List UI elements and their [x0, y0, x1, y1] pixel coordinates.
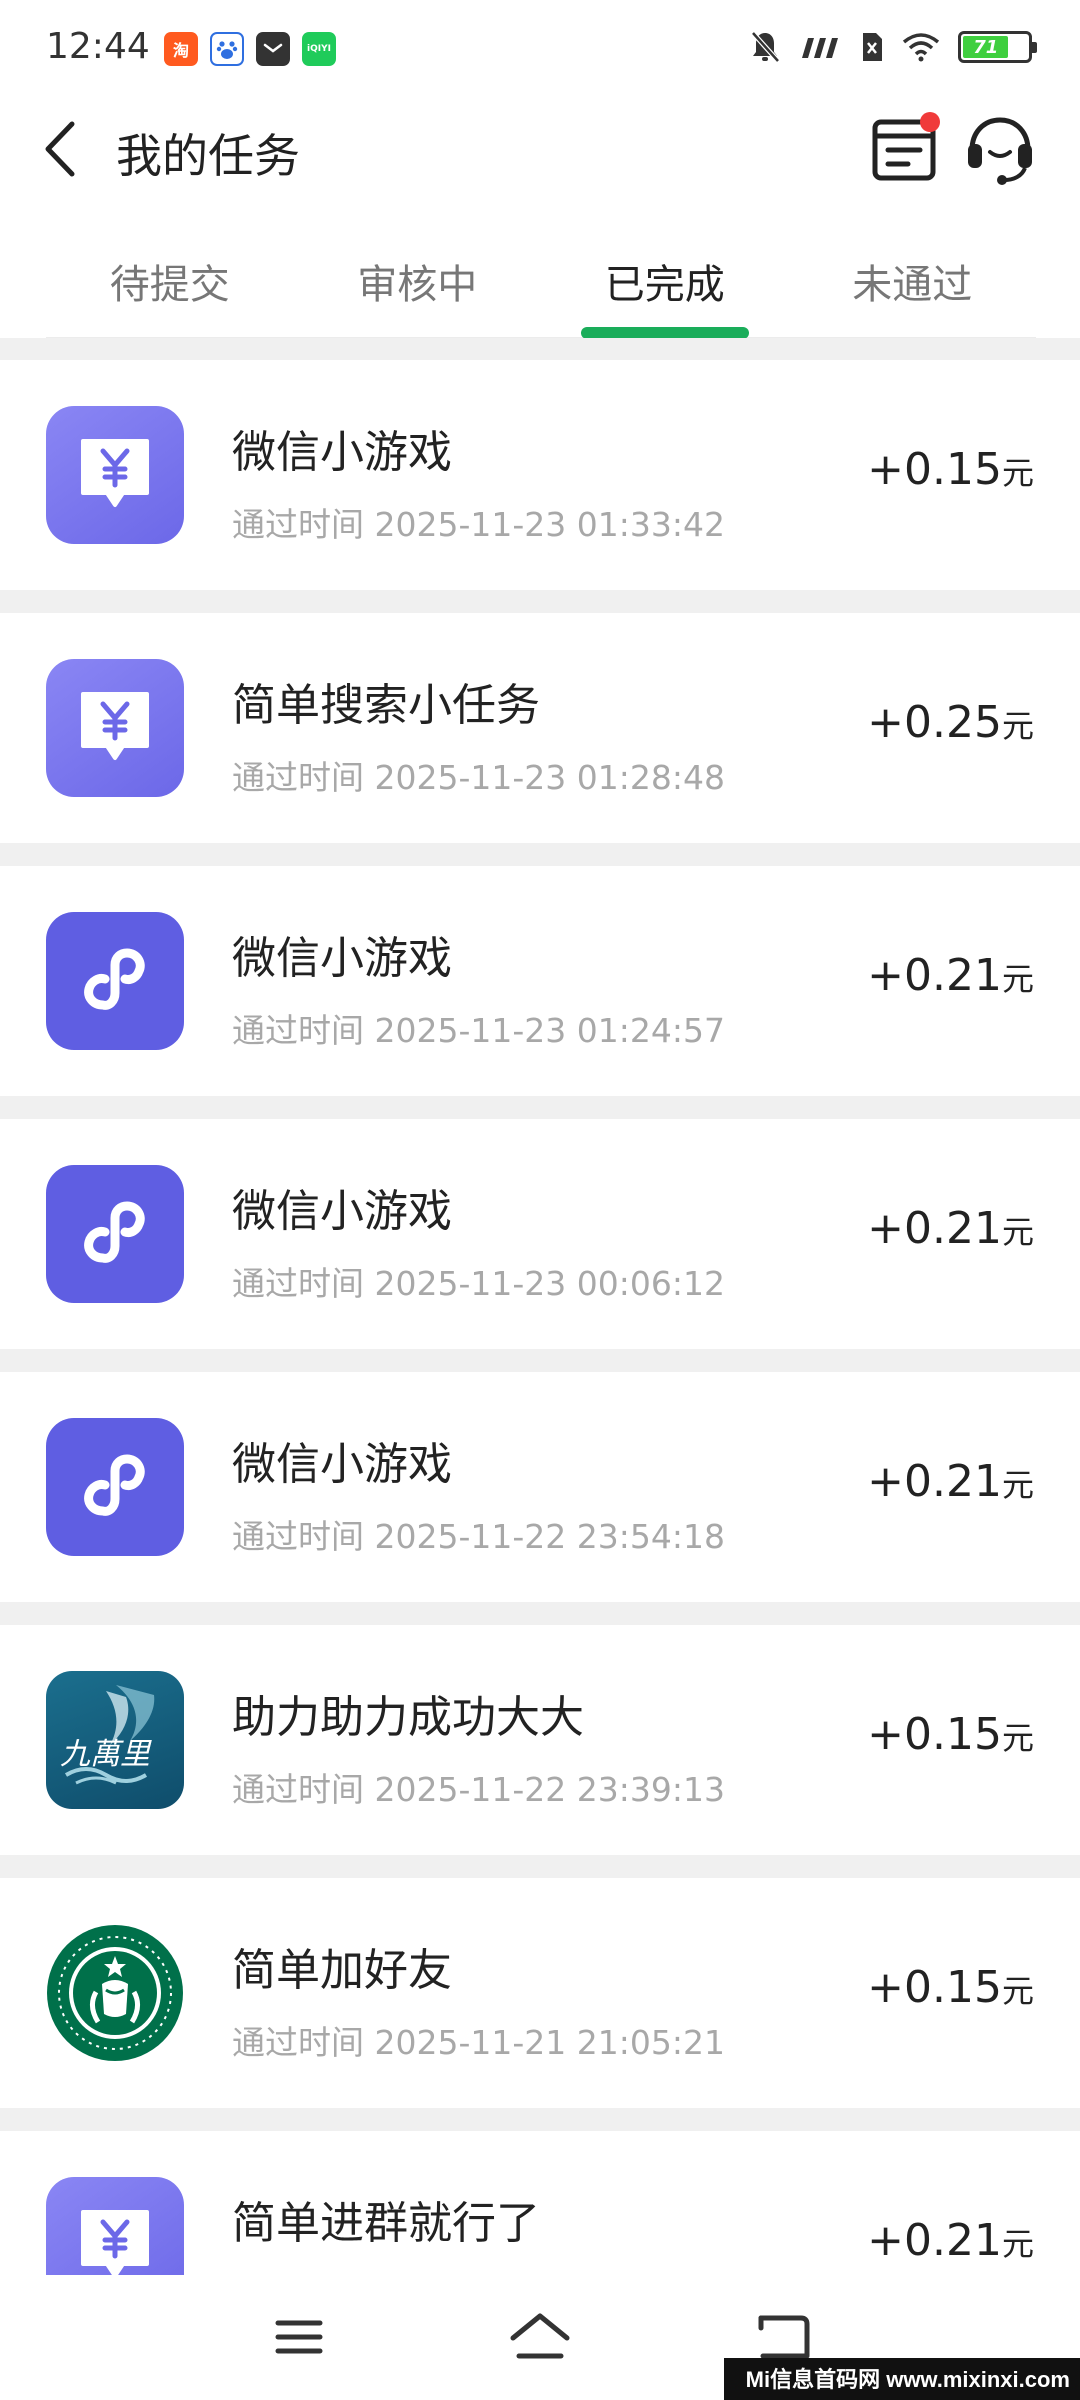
customer-service-button[interactable] [962, 110, 1038, 186]
page-title: 我的任务 [116, 129, 300, 183]
mute-icon [751, 31, 780, 63]
wifi-icon [902, 33, 940, 62]
amount-unit: 元 [1001, 1213, 1034, 1251]
task-title: 微信小游戏 [232, 1439, 452, 1490]
task-title: 微信小游戏 [232, 933, 452, 984]
mini-program-icon [46, 1418, 184, 1556]
baidu-icon [210, 32, 244, 66]
tab-under-review[interactable]: 审核中 [294, 230, 542, 337]
task-amount: +0.15元 [867, 1709, 1034, 1760]
task-time: 通过时间 2025-11-22 23:54:18 [232, 1517, 725, 1556]
status-right: 71 [750, 30, 1037, 64]
signal-icon [802, 38, 838, 58]
list-item[interactable]: 微信小游戏 通过时间 2025-11-23 00:06:12 +0.21元 [0, 1119, 1080, 1349]
notification-badge [920, 112, 940, 132]
jiuwanli-logo-icon: 九萬里 [46, 1671, 184, 1809]
list-item[interactable]: 微信小游戏 通过时间 2025-11-22 23:54:18 +0.21元 [0, 1372, 1080, 1602]
money-bubble-icon [46, 406, 184, 544]
task-amount: +0.21元 [867, 2215, 1034, 2266]
app-header: 我的任务 [0, 100, 1080, 200]
amount-unit: 元 [1001, 1972, 1034, 2010]
task-list[interactable]: 微信小游戏 通过时间 2025-11-23 01:33:42 +0.15元 简单… [0, 338, 1080, 2275]
amount-value: +0.21 [867, 950, 1002, 1001]
status-app-icons: 淘 iQIYI [164, 32, 336, 66]
battery-icon: 71 [958, 31, 1037, 63]
list-item[interactable]: 简单搜索小任务 通过时间 2025-11-23 01:28:48 +0.25元 [0, 613, 1080, 843]
iqiyi-icon: iQIYI [302, 32, 336, 66]
menu-icon [275, 2320, 323, 2354]
amount-value: +0.21 [867, 1203, 1002, 1254]
task-time: 通过时间 2025-11-22 23:39:13 [232, 1770, 725, 1809]
tab-completed[interactable]: 已完成 [541, 230, 789, 337]
task-title: 简单加好友 [232, 1945, 452, 1996]
status-bar: 12:44 淘 iQIYI 71 [0, 0, 1080, 100]
headset-icon [968, 117, 1032, 185]
home-icon [510, 2313, 570, 2359]
taobao-icon: 淘 [164, 32, 198, 66]
amount-value: +0.21 [867, 2215, 1002, 2266]
task-time: 通过时间 2025-11-21 21:05:21 [232, 2023, 725, 2062]
task-title: 简单进群就行了 [232, 2198, 540, 2249]
task-status-tabs: 待提交 审核中 已完成 未通过 [46, 230, 1036, 338]
mini-program-icon [46, 912, 184, 1050]
task-time: 通过时间 2025-11-23 01:24:57 [232, 1011, 725, 1050]
task-title: 助力助力成功大大 [232, 1692, 584, 1743]
list-item[interactable]: 微信小游戏 通过时间 2025-11-23 01:33:42 +0.15元 [0, 360, 1080, 590]
tab-pending-submit[interactable]: 待提交 [46, 230, 294, 337]
tab-rejected[interactable]: 未通过 [789, 230, 1037, 337]
task-amount: +0.21元 [867, 950, 1034, 1001]
task-time: 通过时间 2025-11-23 01:28:48 [232, 758, 725, 797]
task-title: 微信小游戏 [232, 427, 452, 478]
menu-button[interactable] [264, 2307, 334, 2367]
task-amount: +0.15元 [867, 1962, 1034, 2013]
amount-unit: 元 [1001, 960, 1034, 998]
amount-value: +0.15 [867, 1962, 1002, 2013]
amount-value: +0.21 [867, 1456, 1002, 1507]
status-time: 12:44 [46, 26, 150, 67]
back-button[interactable] [30, 114, 90, 184]
task-amount: +0.21元 [867, 1203, 1034, 1254]
task-amount: +0.15元 [867, 444, 1034, 495]
amount-unit: 元 [1001, 707, 1034, 745]
starbucks-logo-icon [46, 1924, 184, 2062]
amount-value: +0.15 [867, 1709, 1002, 1760]
list-item[interactable]: 简单进群就行了 +0.21元 [0, 2131, 1080, 2275]
amount-unit: 元 [1001, 2225, 1034, 2263]
battery-level: 71 [963, 36, 1009, 58]
money-bubble-icon [46, 2177, 184, 2275]
watermark: Mi信息首码网 www.mixinxi.com [723, 2358, 1080, 2400]
list-item[interactable]: 简单加好友 通过时间 2025-11-21 21:05:21 +0.15元 [0, 1878, 1080, 2108]
task-time: 通过时间 2025-11-23 00:06:12 [232, 1264, 725, 1303]
mini-program-icon [46, 1165, 184, 1303]
chevron-left-icon [45, 121, 75, 177]
money-bubble-icon [46, 659, 184, 797]
task-title: 简单搜索小任务 [232, 680, 540, 731]
system-nav-bar: Mi信息首码网 www.mixinxi.com [0, 2275, 1080, 2400]
mail-icon [256, 32, 290, 66]
home-button[interactable] [505, 2307, 575, 2367]
amount-unit: 元 [1001, 454, 1034, 492]
list-item[interactable]: 微信小游戏 通过时间 2025-11-23 01:24:57 +0.21元 [0, 866, 1080, 1096]
task-time: 通过时间 2025-11-23 01:33:42 [232, 505, 725, 544]
task-amount: +0.25元 [867, 697, 1034, 748]
list-item[interactable]: 九萬里 助力助力成功大大 通过时间 2025-11-22 23:39:13 +0… [0, 1625, 1080, 1855]
jiuwanli-logo-text: 九萬里 [60, 1737, 150, 1772]
amount-unit: 元 [1001, 1719, 1034, 1757]
amount-value: +0.25 [867, 697, 1002, 748]
amount-unit: 元 [1001, 1466, 1034, 1504]
task-amount: +0.21元 [867, 1456, 1034, 1507]
task-title: 微信小游戏 [232, 1186, 452, 1237]
back-icon [758, 2315, 810, 2359]
sim-icon [863, 33, 882, 61]
amount-value: +0.15 [867, 444, 1002, 495]
